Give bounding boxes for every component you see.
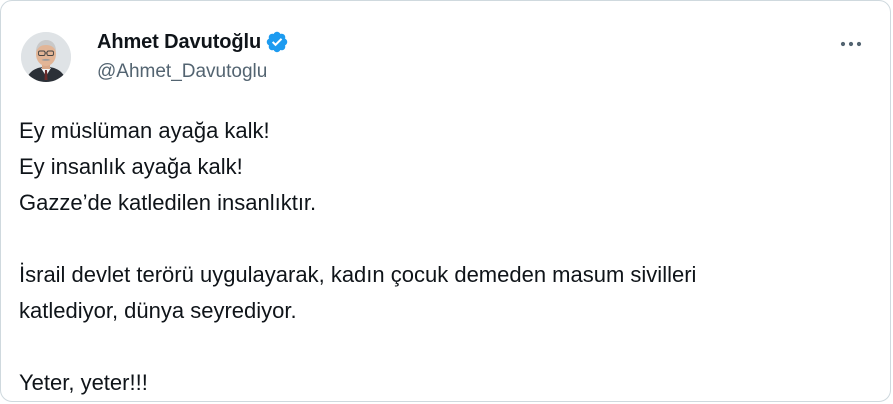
tweet-line: Gazze’de katledilen insanlıktır. <box>19 190 317 215</box>
tweet-line: katlediyor, dünya seyrediyor. <box>19 298 297 323</box>
tweet-line: Ey insanlık ayağa kalk! <box>19 154 243 179</box>
paragraph-break <box>19 329 869 365</box>
tweet-line: Yeter, yeter!!! <box>19 370 148 395</box>
paragraph-break <box>19 221 869 257</box>
tweet-text: Ey müslüman ayağa kalk! Ey insanlık ayağ… <box>19 113 869 401</box>
tweet-card: Ahmet Davutoğlu @Ahmet_Davutoglu Ey müsl… <box>0 0 891 402</box>
tweet-line: İsrail devlet terörü uygulayarak, kadın … <box>19 262 697 287</box>
more-horizontal-icon <box>840 41 862 47</box>
verified-badge-icon <box>265 30 289 54</box>
avatar[interactable] <box>21 32 71 82</box>
user-handle[interactable]: @Ahmet_Davutoglu <box>97 61 267 83</box>
tweet-line: Ey müslüman ayağa kalk! <box>19 118 270 143</box>
display-name[interactable]: Ahmet Davutoğlu <box>97 31 261 54</box>
profile-photo <box>21 32 71 82</box>
author-name-row[interactable]: Ahmet Davutoğlu <box>97 28 289 56</box>
more-options-button[interactable] <box>836 31 866 57</box>
